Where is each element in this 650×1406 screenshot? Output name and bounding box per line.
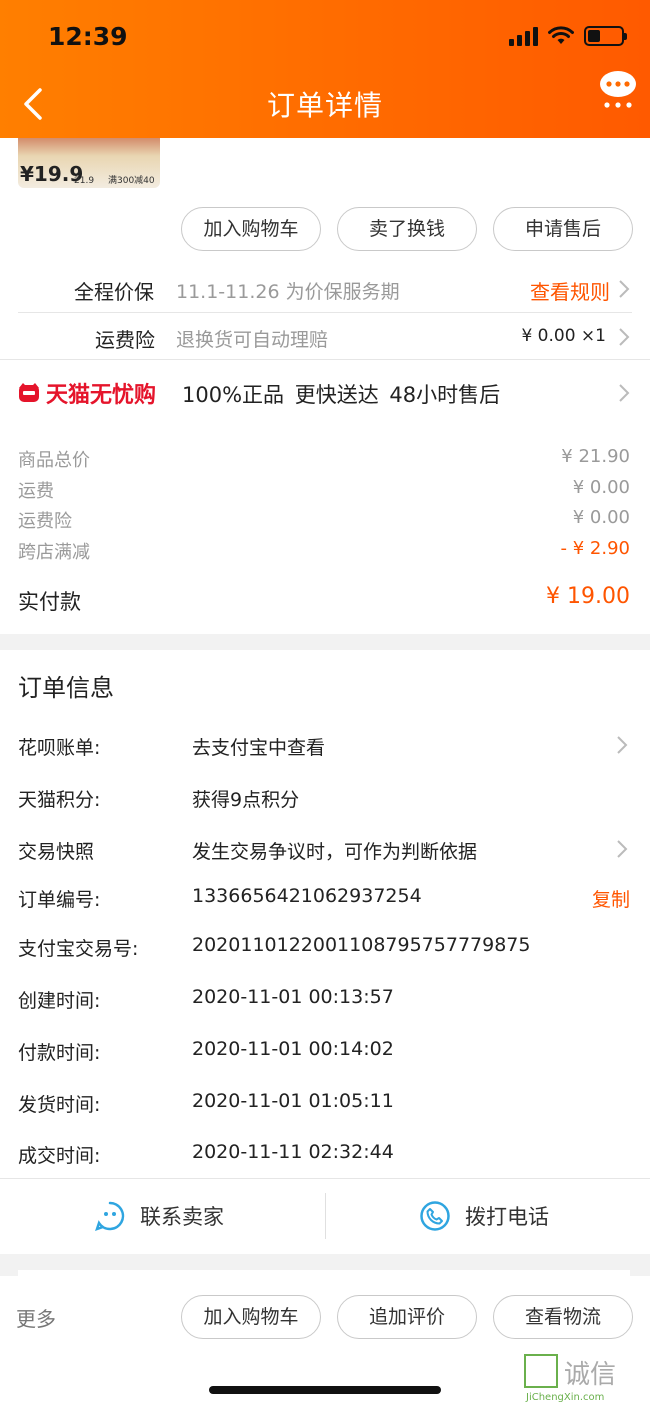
divider <box>18 312 632 313</box>
cost-discount-value: - ¥ 2.90 <box>560 538 630 559</box>
watermark-en: JiChengXin.com <box>526 1392 605 1403</box>
product-promo: 满300减40 <box>108 176 155 186</box>
cost-shipping-label: 运费 <box>18 481 54 502</box>
phone-icon <box>420 1201 450 1231</box>
home-indicator[interactable] <box>209 1386 441 1394</box>
huabei-value[interactable]: 去支付宝中查看 <box>192 733 325 760</box>
top-header: 12:39 订单详情 <box>0 0 650 138</box>
section-separator <box>0 634 650 650</box>
chat-more-icon[interactable] <box>598 70 638 110</box>
order-number-label: 订单编号: <box>18 889 101 911</box>
copy-button[interactable]: 复制 <box>592 885 630 912</box>
snapshot-label: 交易快照 <box>18 841 95 863</box>
status-time: 12:39 <box>48 22 128 51</box>
points-label: 天猫积分: <box>18 789 101 811</box>
alipay-trade-value: 2020110122001108795757779875 <box>192 934 531 956</box>
signal-icon <box>509 26 538 46</box>
watermark-logo-icon <box>524 1354 558 1388</box>
cost-insurance-label: 运费险 <box>18 511 72 532</box>
shipped-time-value: 2020-11-01 01:05:11 <box>192 1090 394 1112</box>
page-title: 订单详情 <box>266 89 383 122</box>
divider <box>0 359 650 360</box>
add-review-button[interactable]: 追加评价 <box>337 1295 477 1339</box>
divider <box>0 1178 650 1179</box>
battery-icon <box>584 26 627 46</box>
cost-shipping-value: ¥ 0.00 <box>572 477 630 498</box>
price-protect-text: 11.1-11.26 为价保服务期 <box>176 281 400 303</box>
watermark-cn: 诚信 <box>564 1360 617 1390</box>
call-phone-label: 拨打电话 <box>465 1205 549 1229</box>
view-rules-link[interactable]: 查看规则 <box>530 276 610 305</box>
divider <box>325 1193 326 1239</box>
after-sales-button[interactable]: 申请售后 <box>493 207 633 251</box>
cost-discount-label: 跨店满减 <box>18 542 90 563</box>
created-time-value: 2020-11-01 00:13:57 <box>192 986 394 1008</box>
order-number-value: 1336656421062937254 <box>192 885 422 907</box>
shipping-insurance-label: 运费险 <box>95 328 155 352</box>
chevron-right-icon <box>619 280 630 298</box>
more-button[interactable]: 更多 <box>16 1303 56 1332</box>
product-price-second: 21.9 <box>74 176 95 186</box>
shipped-time-label: 发货时间: <box>18 1094 101 1116</box>
tmall-brand[interactable]: 天猫无忧购 <box>18 377 156 409</box>
created-time-label: 创建时间: <box>18 990 101 1012</box>
chevron-right-icon[interactable] <box>616 735 628 755</box>
cost-total-label: 商品总价 <box>18 450 90 471</box>
wifi-icon <box>548 26 574 44</box>
chevron-right-icon[interactable] <box>616 839 628 859</box>
completed-time-label: 成交时间: <box>18 1145 101 1167</box>
chat-face-icon <box>95 1201 125 1231</box>
product-thumbnail[interactable]: ¥19.9 21.9 满300减40 <box>18 130 160 188</box>
huabei-label: 花呗账单: <box>18 737 101 759</box>
sell-for-cash-button[interactable]: 卖了换钱 <box>337 207 477 251</box>
call-phone-button[interactable]: 拨打电话 <box>419 1200 549 1232</box>
guarantee-text: 100%正品 更快送达 48小时售后 <box>182 383 501 407</box>
snapshot-value[interactable]: 发生交易争议时，可作为判断依据 <box>192 837 477 864</box>
price-protect-label: 全程价保 <box>74 280 154 304</box>
shipping-insurance-text: 退换货可自动理赔 <box>176 329 329 351</box>
chevron-right-icon <box>619 328 630 346</box>
paid-time-label: 付款时间: <box>18 1042 101 1064</box>
completed-time-value: 2020-11-11 02:32:44 <box>192 1141 394 1163</box>
order-info-title: 订单信息 <box>18 674 114 702</box>
tmall-cat-icon <box>19 383 39 402</box>
add-to-cart-bottom-button[interactable]: 加入购物车 <box>181 1295 321 1339</box>
points-value: 获得9点积分 <box>192 789 300 811</box>
cost-insurance-value: ¥ 0.00 <box>572 507 630 528</box>
view-logistics-button[interactable]: 查看物流 <box>493 1295 633 1339</box>
chevron-right-icon[interactable] <box>618 383 630 403</box>
cost-total-value: ¥ 21.90 <box>561 446 630 467</box>
contact-seller-label: 联系卖家 <box>140 1205 224 1229</box>
status-icons <box>509 26 627 46</box>
contact-seller-button[interactable]: 联系卖家 <box>94 1200 224 1232</box>
watermark: 诚信 JiChengXin.com <box>524 1354 640 1406</box>
add-to-cart-button[interactable]: 加入购物车 <box>181 207 321 251</box>
paid-value: ¥ 19.00 <box>546 584 630 609</box>
paid-label: 实付款 <box>18 590 81 614</box>
alipay-trade-label: 支付宝交易号: <box>18 938 139 960</box>
paid-time-value: 2020-11-01 00:14:02 <box>192 1038 394 1060</box>
tmall-brand-text: 天猫无忧购 <box>46 383 157 408</box>
shipping-insurance-amount[interactable]: ¥ 0.00 ×1 <box>521 326 606 346</box>
